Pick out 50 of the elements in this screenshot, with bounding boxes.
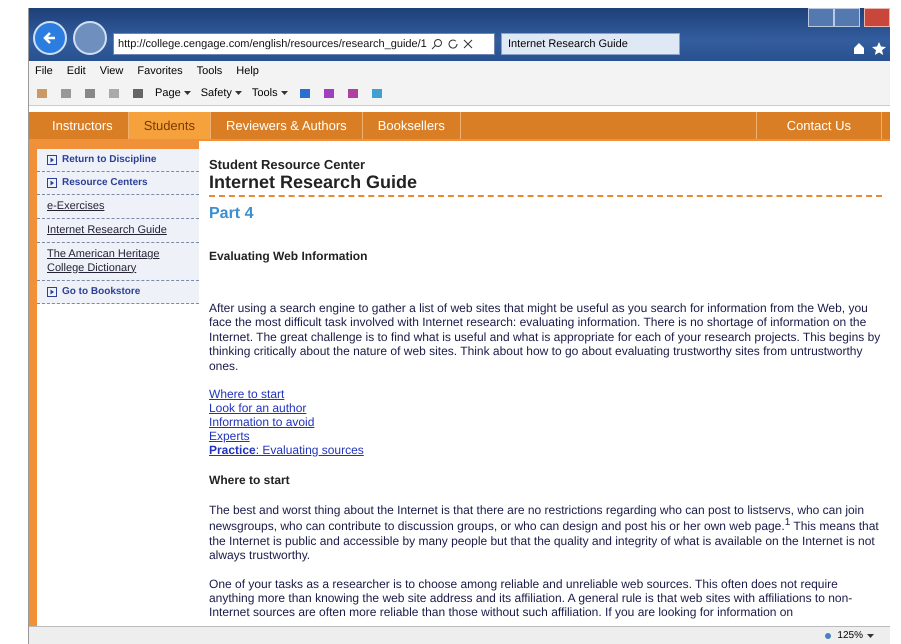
refresh-icon[interactable] bbox=[446, 38, 459, 50]
sidebar-link[interactable]: Return to Discipline bbox=[37, 149, 199, 172]
body-paragraph: The best and worst thing about the Internet is that there are no restrictions regarding who can post to listservs, who can join newsgroups, who can contribute to discussion groups, or who can design and post his or her own web page.$^{1}$ This means that the Internet is public and accessible by many people but that the quality and integrity of what is available on the Internet is not always trustworthy. bbox=[209, 502, 880, 563]
search-icon[interactable] bbox=[430, 38, 443, 50]
sidebar-link[interactable]: e-Exercises bbox=[37, 195, 199, 220]
caret-icon[interactable] bbox=[867, 634, 874, 638]
body-paragraph: One of your tasks as a researcher is to choose among reliable and unreliable web sources. This often does not require anything more than knowing the web site address and its affiliation. A general rule is that web sites with affiliations to non-Internet sources are often more reliable than those without such affiliation. If you are looking for information on bbox=[209, 576, 854, 620]
command-menu[interactable]: Tools bbox=[252, 87, 288, 99]
menu-item[interactable]: Favorites bbox=[137, 65, 183, 77]
menu-item[interactable]: Tools bbox=[196, 65, 222, 77]
command-menu[interactable]: Page bbox=[155, 87, 191, 99]
section-heading: Evaluating Web Information bbox=[209, 249, 368, 263]
toc-link[interactable]: Information to avoid bbox=[209, 414, 314, 429]
toc-link[interactable]: Experts bbox=[209, 428, 250, 443]
zoom-level[interactable]: 125% bbox=[837, 630, 863, 641]
sidebar-link[interactable]: The American Heritage College Dictionary bbox=[37, 243, 199, 281]
part-heading: Part 4 bbox=[209, 205, 254, 223]
site-kicker: Student Resource Center bbox=[209, 157, 366, 172]
play-icon bbox=[47, 155, 57, 165]
sidebar-link[interactable]: Resource Centers bbox=[37, 172, 199, 195]
caret-icon[interactable] bbox=[234, 91, 242, 95]
browser-tab[interactable]: Internet Research Guide bbox=[501, 33, 680, 55]
play-icon bbox=[47, 178, 57, 188]
address-bar[interactable]: http://college.cengage.com/english/resources/research_guide/1 bbox=[113, 33, 495, 55]
play-icon bbox=[47, 286, 57, 297]
menu-item[interactable]: View bbox=[100, 65, 124, 77]
zoom-icon[interactable] bbox=[823, 630, 834, 640]
toc-link[interactable]: Practice: Evaluating sources bbox=[209, 442, 364, 457]
minimize-button[interactable] bbox=[808, 8, 834, 27]
caret-icon[interactable] bbox=[280, 91, 288, 95]
toc-link[interactable]: Where to start bbox=[209, 386, 284, 401]
close-icon[interactable] bbox=[462, 39, 473, 49]
star-icon[interactable] bbox=[872, 41, 886, 55]
caret-icon[interactable] bbox=[184, 91, 191, 95]
close-button[interactable] bbox=[864, 8, 890, 27]
sidebar-link[interactable]: Go to Bookstore bbox=[37, 280, 199, 304]
sidebar-link[interactable]: Internet Research Guide bbox=[37, 219, 199, 244]
maximize-button[interactable] bbox=[834, 8, 860, 27]
intro-paragraph: After using a search engine to gather a list of web sites that might be useful as you search for information from the Web, you face the most difficult task involved with Internet research: evaluating information. There is no shortage of information on the Internet. The great challenge is to find what is useful and what is appropriate for each of your research projects. This begins by thinking critically about the nature of web sites. Think about how to go about evaluating trustworthy sites from untrustworthy ones. bbox=[209, 301, 882, 373]
toc-link[interactable]: Look for an author bbox=[209, 400, 306, 415]
menu-item[interactable]: File bbox=[35, 65, 53, 77]
forward-button[interactable] bbox=[73, 21, 107, 55]
back-button[interactable] bbox=[33, 21, 67, 55]
nav-tab[interactable]: Students bbox=[128, 112, 212, 139]
menu-item[interactable]: Edit bbox=[66, 65, 86, 77]
command-menu[interactable]: Safety bbox=[200, 87, 242, 99]
menu-item[interactable]: Help bbox=[236, 65, 259, 77]
back-arrow-icon bbox=[43, 31, 57, 45]
page-title: Internet Research Guide bbox=[209, 172, 882, 197]
section-heading: Where to start bbox=[209, 472, 291, 487]
